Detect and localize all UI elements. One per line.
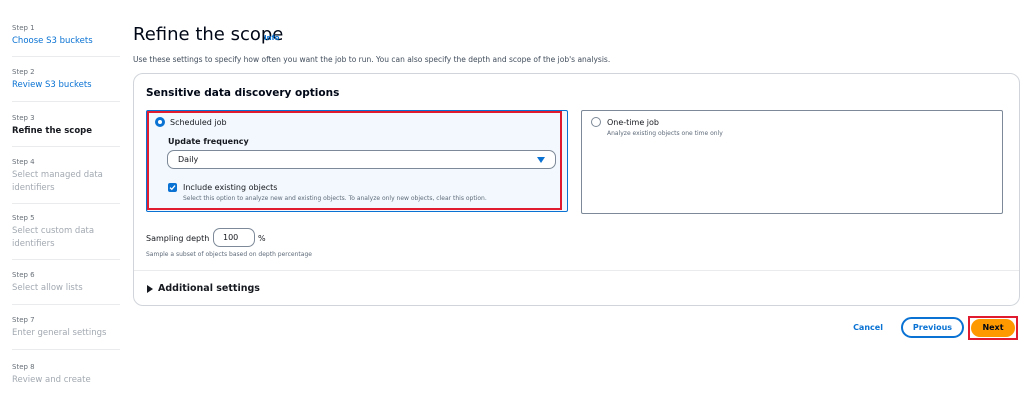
cancel-button[interactable]: Cancel bbox=[846, 321, 890, 335]
radio-selected-icon[interactable] bbox=[155, 117, 165, 127]
step-1[interactable]: Step 1 Choose S3 buckets bbox=[12, 24, 120, 48]
step-number: Step 1 bbox=[12, 24, 35, 32]
update-frequency-label: Update frequency bbox=[168, 137, 249, 146]
step-number: Step 4 bbox=[12, 158, 35, 166]
step-label-managed-identifiers: Select managed data identifiers bbox=[12, 170, 103, 193]
step-4: Step 4 Select managed data identifiers bbox=[12, 158, 120, 195]
radio-unselected-icon[interactable] bbox=[591, 117, 601, 127]
step-3: Step 3 Refine the scope bbox=[12, 114, 120, 138]
page-description: Use these settings to specify how often … bbox=[133, 55, 611, 64]
step-number: Step 3 bbox=[12, 114, 35, 122]
info-link[interactable]: Info bbox=[264, 34, 279, 42]
update-frequency-select[interactable]: Daily bbox=[167, 150, 556, 169]
step-divider bbox=[12, 146, 120, 147]
step-divider bbox=[12, 304, 120, 305]
sampling-depth-desc: Sample a subset of objects based on dept… bbox=[146, 251, 312, 258]
step-8: Step 8 Review and create bbox=[12, 363, 120, 387]
step-divider bbox=[12, 203, 120, 204]
one-time-job-label[interactable]: One-time job bbox=[607, 118, 659, 127]
sampling-depth-value: 100 bbox=[223, 233, 239, 242]
dropdown-caret-icon bbox=[537, 157, 545, 163]
step-current-refine-scope: Refine the scope bbox=[12, 126, 93, 136]
select-value: Daily bbox=[178, 155, 199, 164]
step-label-review-create: Review and create bbox=[12, 375, 91, 385]
step-number: Step 8 bbox=[12, 363, 35, 371]
step-6: Step 6 Select allow lists bbox=[12, 271, 120, 295]
include-existing-desc: Select this option to analyze new and ex… bbox=[183, 195, 487, 202]
container-title: Sensitive data discovery options bbox=[146, 87, 340, 99]
sampling-depth-label: Sampling depth bbox=[146, 234, 210, 243]
previous-button[interactable]: Previous bbox=[901, 317, 964, 338]
page-title: Refine the scope bbox=[133, 24, 284, 45]
step-5: Step 5 Select custom data identifiers bbox=[12, 214, 120, 251]
checkbox-checked-icon[interactable] bbox=[168, 183, 177, 192]
step-link-choose-buckets[interactable]: Choose S3 buckets bbox=[12, 35, 120, 48]
section-divider bbox=[134, 270, 1019, 271]
step-divider bbox=[12, 56, 120, 57]
include-existing-label[interactable]: Include existing objects bbox=[183, 183, 277, 192]
step-number: Step 6 bbox=[12, 271, 35, 279]
sampling-depth-unit: % bbox=[258, 234, 266, 243]
additional-settings-toggle[interactable]: Additional settings bbox=[147, 283, 260, 294]
step-link-review-buckets[interactable]: Review S3 buckets bbox=[12, 79, 120, 92]
one-time-job-desc: Analyze existing objects one time only bbox=[607, 130, 723, 137]
step-divider bbox=[12, 259, 120, 260]
step-2[interactable]: Step 2 Review S3 buckets bbox=[12, 68, 120, 92]
step-label-custom-identifiers: Select custom data identifiers bbox=[12, 226, 95, 249]
step-number: Step 7 bbox=[12, 316, 35, 324]
step-number: Step 5 bbox=[12, 214, 35, 222]
scheduled-job-label[interactable]: Scheduled job bbox=[170, 118, 227, 127]
next-button[interactable]: Next bbox=[971, 319, 1015, 337]
step-label-allow-lists: Select allow lists bbox=[12, 283, 83, 293]
step-divider bbox=[12, 101, 120, 102]
sampling-depth-input[interactable]: 100 bbox=[213, 228, 255, 247]
step-label-general-settings: Enter general settings bbox=[12, 328, 107, 338]
step-divider bbox=[12, 349, 120, 350]
step-number: Step 2 bbox=[12, 68, 35, 76]
step-7: Step 7 Enter general settings bbox=[12, 316, 120, 340]
